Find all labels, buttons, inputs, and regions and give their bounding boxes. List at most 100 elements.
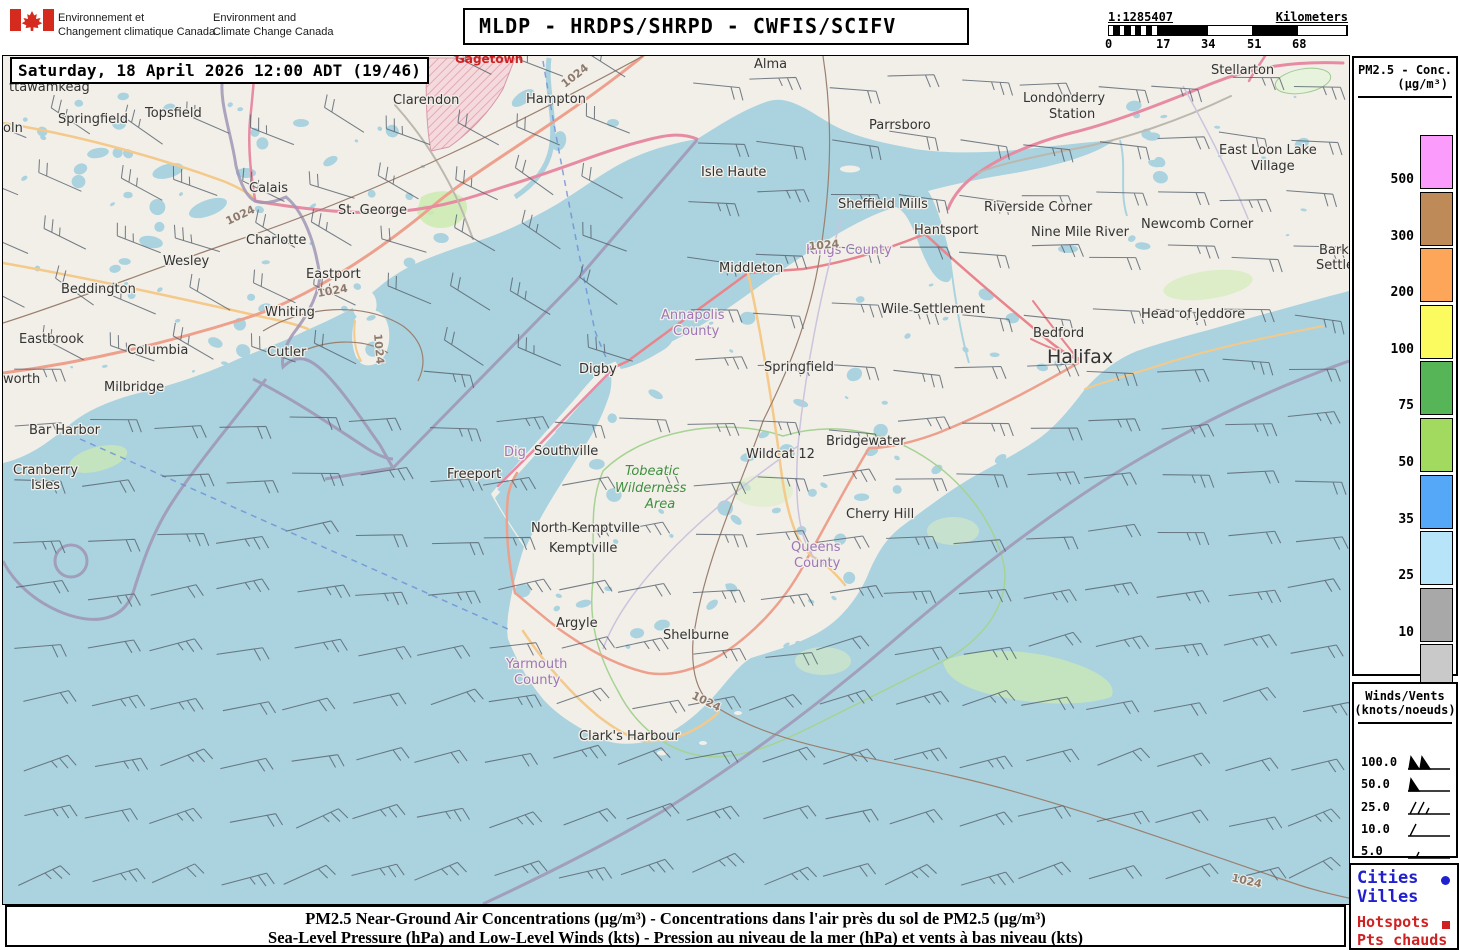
- winds-legend: Winds/Vents (knots/noeuds) 100.0 50.0 25.0…: [1352, 682, 1458, 860]
- map-label: oln: [3, 121, 23, 136]
- canada-flag-logo: [10, 9, 54, 31]
- agency-name-french: Environnement et Changement climatique Ca…: [58, 12, 216, 38]
- map-label: Charlotte: [246, 233, 306, 248]
- pm25-swatch-35: [1420, 474, 1453, 529]
- scale-tick-labels: 0 17 34 51 68: [1105, 37, 1307, 51]
- pm25-swatch-10: [1420, 587, 1453, 642]
- map-label: Argyle: [556, 616, 598, 631]
- map-label: Isles: [31, 478, 60, 493]
- map-label: Parrsboro: [869, 118, 931, 133]
- map-label: Riverside Corner: [984, 200, 1093, 215]
- map-label: Cutler: [267, 345, 307, 360]
- map-label: Bedford: [1033, 326, 1084, 341]
- map-label: St. George: [338, 203, 407, 218]
- wind-barb-pennant-1-icon: [1408, 777, 1450, 792]
- wind-barb-barb-1-icon: [1408, 823, 1450, 837]
- pm25-legend: PM2.5 - Conc. (µg/m³) 500 300 200 100 75 50 35…: [1352, 56, 1458, 699]
- map-label: Alma: [754, 57, 787, 72]
- pm25-swatch-200: [1420, 248, 1453, 303]
- pm25-threshold-value: 200: [1390, 285, 1414, 301]
- map-label: Stellarton: [1211, 63, 1274, 78]
- pm25-threshold-value: 100: [1390, 341, 1414, 357]
- wind-speed-row: 50.0: [1354, 777, 1456, 793]
- wind-speed-row: 5.0: [1354, 844, 1456, 860]
- wind-speed-row: 25.0: [1354, 800, 1456, 816]
- pm25-threshold-value: 50: [1398, 455, 1414, 470]
- map-label: Topsfield: [144, 106, 202, 121]
- wind-barb-pennant-2-icon: [1408, 755, 1450, 770]
- winds-legend-title: Winds/Vents: [1365, 689, 1445, 703]
- map-label: Bridgewater: [826, 434, 906, 449]
- map-label: County: [514, 673, 561, 688]
- map-label: Wesley: [163, 254, 209, 269]
- map-label: Area: [644, 497, 675, 512]
- hotspots-label-en: Hotspots: [1357, 913, 1430, 931]
- map-label: East Loon Lake: [1219, 143, 1317, 158]
- map-label: Eastport: [306, 267, 361, 282]
- pm25-threshold-value: 10: [1398, 624, 1414, 640]
- map-label: Springfield: [58, 112, 128, 127]
- wind-speed-row: 10.0: [1354, 822, 1456, 838]
- wind-speed-value: 50.0: [1361, 777, 1390, 791]
- map-caption: PM2.5 Near-Ground Air Concentrations (µg…: [5, 905, 1346, 947]
- map-label: Annapolis: [661, 308, 725, 323]
- hotspot-marker-icon: [1442, 921, 1450, 929]
- pm25-swatch-50: [1420, 418, 1453, 472]
- map-label: Eastbrook: [19, 332, 84, 347]
- map-label: County: [794, 556, 841, 571]
- map-label: Wildcat 12: [746, 447, 815, 462]
- map-label: Cherry Hill: [846, 507, 914, 522]
- map-label: Yarmouth: [505, 657, 567, 672]
- cities-label-fr: Villes: [1357, 887, 1419, 907]
- wind-speed-value: 5.0: [1361, 844, 1383, 858]
- map-label: Middleton: [719, 261, 783, 276]
- map-label: Kemptville: [549, 541, 617, 556]
- city-marker-icon: [1441, 876, 1450, 885]
- map-label: Bar Harbor: [29, 423, 101, 438]
- map-label: Columbia: [127, 343, 188, 358]
- pm25-threshold-value: 300: [1390, 228, 1414, 244]
- pm25-threshold-value: 500: [1390, 172, 1414, 187]
- isobar-value-label: 1024: [808, 237, 840, 253]
- pm25-swatch-75: [1420, 361, 1453, 416]
- pm25-swatch-100: [1420, 304, 1453, 359]
- wind-barb-barb-0.5-icon: [1408, 851, 1450, 859]
- pm25-swatch-25: [1420, 531, 1453, 586]
- map-label: Village: [1251, 159, 1295, 174]
- pm25-swatch-500: [1420, 135, 1453, 189]
- map-scale-bar: 1:1285407 Kilometers 0 17 34 51 68: [1105, 10, 1348, 51]
- map-label: Springfield: [764, 360, 834, 375]
- caption-line1: PM2.5 Near-Ground Air Concentrations (µg…: [305, 909, 1046, 928]
- markers-legend: Cities Villes Hotspots Pts chauds: [1349, 863, 1459, 950]
- wind-speed-value: 10.0: [1361, 822, 1390, 836]
- map-label: Newcomb Corner: [1141, 217, 1254, 232]
- map-label: North Kemptville: [531, 521, 640, 536]
- map-label: Halifax: [1047, 346, 1113, 368]
- pm25-threshold-value: 75: [1398, 398, 1414, 414]
- scale-unit-label: Kilometers: [1275, 10, 1348, 24]
- hotspots-label-fr: Pts chauds: [1357, 931, 1448, 949]
- map-label: Beddington: [61, 282, 136, 297]
- forecast-timestamp: Saturday, 18 April 2026 12:00 ADT (19/46…: [10, 57, 430, 84]
- map-label: Milbridge: [104, 380, 164, 395]
- pm25-threshold-value: 25: [1398, 568, 1414, 584]
- map-label: Calais: [249, 181, 288, 196]
- pm25-threshold-value: 35: [1398, 511, 1414, 527]
- weather-map: ttawamkeag oln Springfield Topsfield Calais S…: [2, 55, 1350, 905]
- map-label: Barkho: [1319, 243, 1349, 258]
- wind-speed-value: 100.0: [1361, 755, 1398, 769]
- scale-ratio: 1:1285407: [1108, 10, 1174, 24]
- caption-line2: Sea-Level Pressure (hPa) and Low-Level W…: [268, 928, 1083, 947]
- map-label: Londonderry: [1023, 91, 1105, 106]
- map-label: Wilderness: [615, 481, 687, 496]
- agency-name-english: Environment and Climate Change Canada: [213, 12, 334, 38]
- map-label: Cranberry: [13, 463, 78, 478]
- map-label: Station: [1049, 107, 1095, 122]
- map-label: Hampton: [526, 92, 586, 107]
- map-label: County: [673, 324, 720, 339]
- wind-speed-value: 25.0: [1361, 800, 1390, 814]
- map-label: Dig: [504, 445, 526, 460]
- product-title: MLDP - HRDPS/SHRPD - CWFIS/SCIFV: [463, 8, 969, 45]
- map-label: Settlem: [1316, 258, 1349, 273]
- restricted-area-label: Gagetown: [455, 56, 523, 66]
